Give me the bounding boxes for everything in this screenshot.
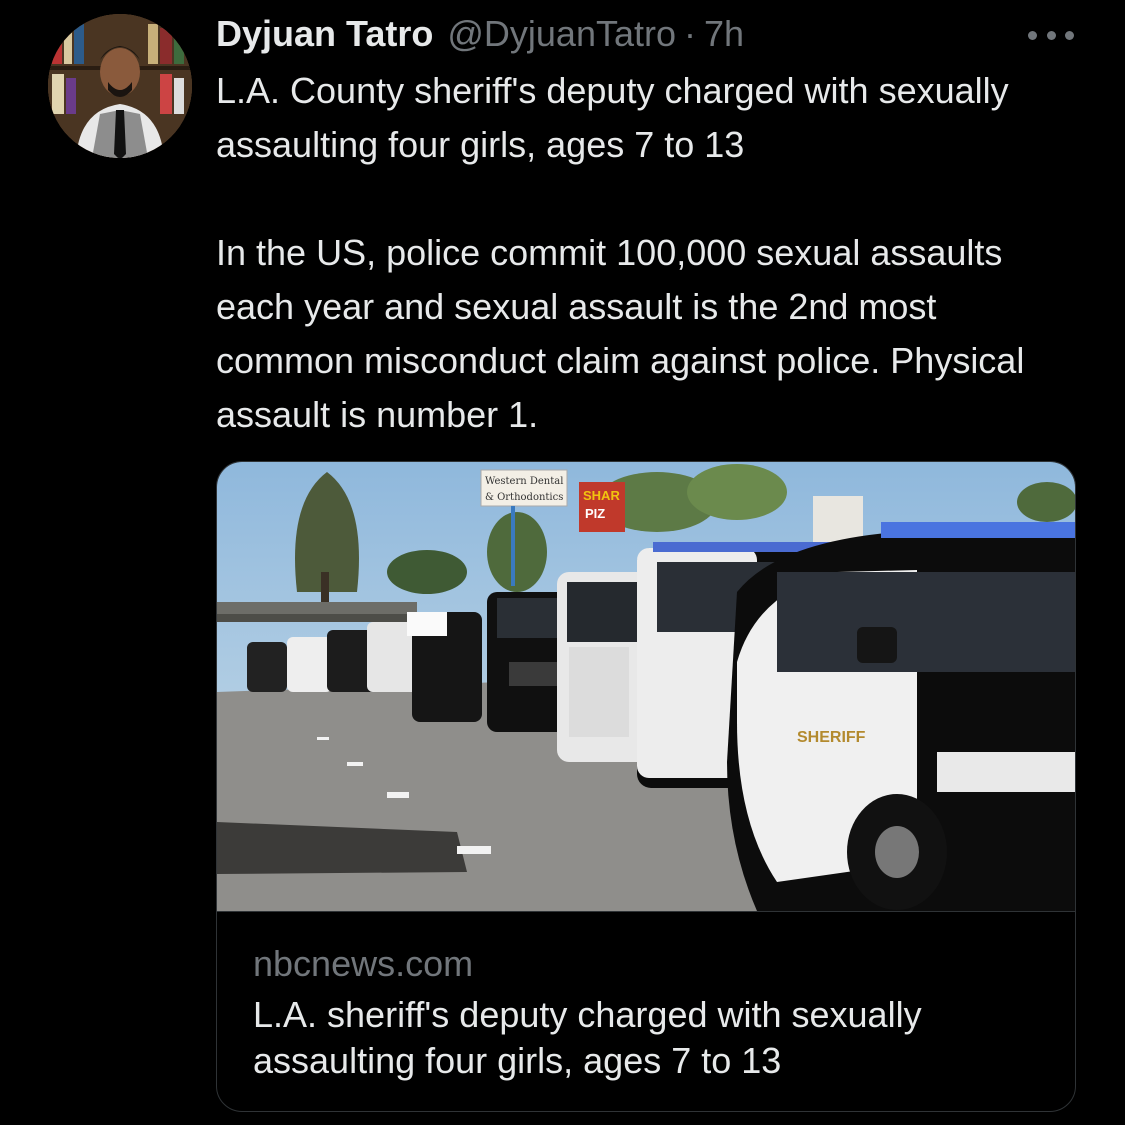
tweet-timestamp[interactable]: 7h	[704, 12, 744, 56]
more-dot	[1028, 30, 1037, 40]
card-image: Western Dental & Orthodontics SHAR PIZ S…	[217, 462, 1075, 911]
tweet-text: L.A. County sheriff's deputy charged wit…	[216, 64, 1076, 442]
tweet-text-paragraph-1: L.A. County sheriff's deputy charged wit…	[216, 70, 1009, 165]
sign-orthodontics: & Orthodontics	[485, 492, 563, 503]
card-divider	[217, 911, 1075, 912]
more-horizontal-icon[interactable]	[1028, 20, 1074, 50]
link-preview-card[interactable]: Western Dental & Orthodontics SHAR PIZ S…	[216, 461, 1076, 1112]
more-dot	[1046, 30, 1056, 40]
card-domain: nbcnews.com	[253, 943, 474, 984]
sign-piz: PIZ	[585, 506, 605, 521]
more-dot	[1065, 30, 1074, 40]
card-title: L.A. sheriff's deputy charged with sexua…	[253, 994, 922, 1081]
sign-shar: SHAR	[583, 488, 620, 503]
sign-western-dental: Western Dental	[485, 476, 563, 487]
avatar-photo	[48, 14, 192, 158]
tweet-text-paragraph-2: In the US, police commit 100,000 sexual …	[216, 232, 1025, 435]
author-avatar[interactable]	[48, 14, 192, 158]
author-handle[interactable]: @DyjuanTatro	[447, 12, 676, 56]
header-separator: ·	[684, 13, 696, 54]
tweet-header: Dyjuan Tatro @DyjuanTatro · 7h	[216, 12, 744, 56]
author-name[interactable]: Dyjuan Tatro	[216, 12, 433, 56]
door-sheriff-text: SHERIFF	[797, 729, 866, 746]
